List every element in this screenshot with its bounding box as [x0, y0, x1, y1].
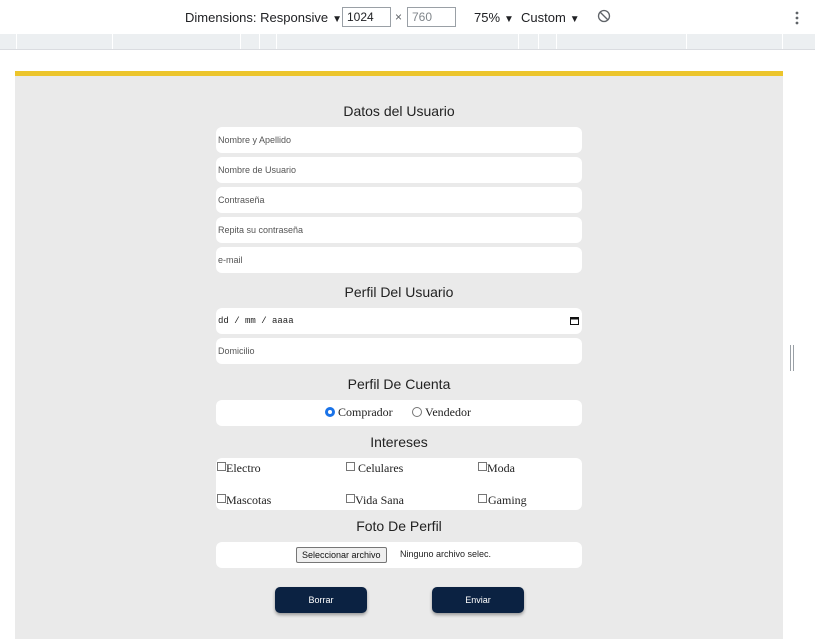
handle-line: [790, 345, 791, 371]
width-input[interactable]: 1024: [342, 7, 391, 27]
media-query-ruler[interactable]: [0, 34, 815, 50]
checkbox-label-electro: Electro: [226, 461, 261, 475]
checkbox-label-mascotas: Mascotas: [226, 493, 272, 507]
interests-group: Electro Celulares Moda Mascotas Vida San…: [216, 458, 582, 510]
height-input[interactable]: 760: [407, 7, 456, 27]
radio-vendedor[interactable]: [412, 407, 422, 417]
section-title-user: Datos del Usuario: [343, 103, 455, 119]
submit-button[interactable]: Enviar: [432, 587, 524, 613]
ruler-tick: [112, 34, 113, 49]
radio-label-vendedor: Vendedor: [425, 405, 471, 419]
checkbox-label-celulares: Celulares: [358, 461, 404, 475]
username-field[interactable]: Nombre de Usuario: [216, 157, 582, 183]
section-title-interests: Intereses: [370, 434, 428, 450]
more-icon[interactable]: [793, 10, 801, 26]
checkbox-vida-sana[interactable]: [346, 494, 355, 503]
ruler-tick: [556, 34, 557, 49]
chevron-down-icon: ▼: [332, 14, 342, 25]
ruler-tick: [276, 34, 277, 49]
throttle-label: Custom: [521, 10, 566, 25]
date-placeholder: dd / mm / aaaa: [218, 316, 294, 326]
calendar-icon[interactable]: [570, 316, 579, 325]
zoom-select[interactable]: 75% ▼: [474, 10, 514, 25]
dimensions-select[interactable]: Dimensions: Responsive ▼: [185, 10, 342, 25]
section-title-photo: Foto De Perfil: [356, 518, 442, 534]
handle-line: [793, 345, 794, 371]
password-field[interactable]: Contraseña: [216, 187, 582, 213]
choose-file-button[interactable]: Seleccionar archivo: [296, 547, 387, 563]
file-status: Ninguno archivo selec.: [400, 549, 492, 559]
name-field[interactable]: Nombre y Apellido: [216, 127, 582, 153]
email-field[interactable]: e-mail: [216, 247, 582, 273]
section-title-account: Perfil De Cuenta: [347, 376, 451, 392]
checkbox-celulares[interactable]: [346, 462, 355, 471]
throttle-select[interactable]: Custom ▼: [521, 10, 580, 25]
reset-button[interactable]: Borrar: [275, 587, 367, 613]
ruler-tick: [518, 34, 519, 49]
form-page: Datos del Usuario Nombre y Apellido Nomb…: [15, 71, 783, 639]
resize-handle[interactable]: [790, 345, 796, 371]
rotate-icon[interactable]: [597, 9, 611, 23]
account-type-group: Comprador Vendedor: [216, 400, 582, 426]
devtools-device-toolbar: Dimensions: Responsive ▼ 1024 × 760 75% ▼ …: [0, 0, 815, 35]
chevron-down-icon: ▼: [569, 14, 580, 25]
ruler-tick: [686, 34, 687, 49]
checkbox-gaming[interactable]: [478, 494, 487, 503]
radio-label-comprador: Comprador: [338, 405, 393, 419]
birthdate-field[interactable]: dd / mm / aaaa: [216, 308, 582, 334]
times-sign: ×: [395, 10, 403, 24]
password-repeat-field[interactable]: Repita su contraseña: [216, 217, 582, 243]
section-title-profile: Perfil Del Usuario: [344, 284, 454, 300]
ruler-tick: [16, 34, 17, 49]
dimensions-label: Dimensions: Responsive: [185, 10, 329, 25]
zoom-label: 75%: [474, 10, 501, 25]
checkbox-label-gaming: Gaming: [488, 493, 527, 507]
radio-comprador[interactable]: [325, 407, 335, 417]
checkbox-moda[interactable]: [478, 462, 487, 471]
photo-file-input: Seleccionar archivo Ninguno archivo sele…: [216, 542, 582, 568]
ruler-tick: [538, 34, 539, 49]
accent-bar: [15, 71, 783, 76]
checkbox-label-moda: Moda: [487, 461, 515, 475]
checkbox-mascotas[interactable]: [217, 494, 226, 503]
chevron-down-icon: ▼: [504, 14, 514, 25]
ruler-tick: [782, 34, 783, 49]
checkbox-electro[interactable]: [217, 462, 226, 471]
ruler-tick: [259, 34, 260, 49]
device-viewport: Datos del Usuario Nombre y Apellido Nomb…: [0, 50, 815, 639]
address-field[interactable]: Domicilio: [216, 338, 582, 364]
checkbox-label-vida-sana: Vida Sana: [355, 493, 404, 507]
ruler-tick: [240, 34, 241, 49]
